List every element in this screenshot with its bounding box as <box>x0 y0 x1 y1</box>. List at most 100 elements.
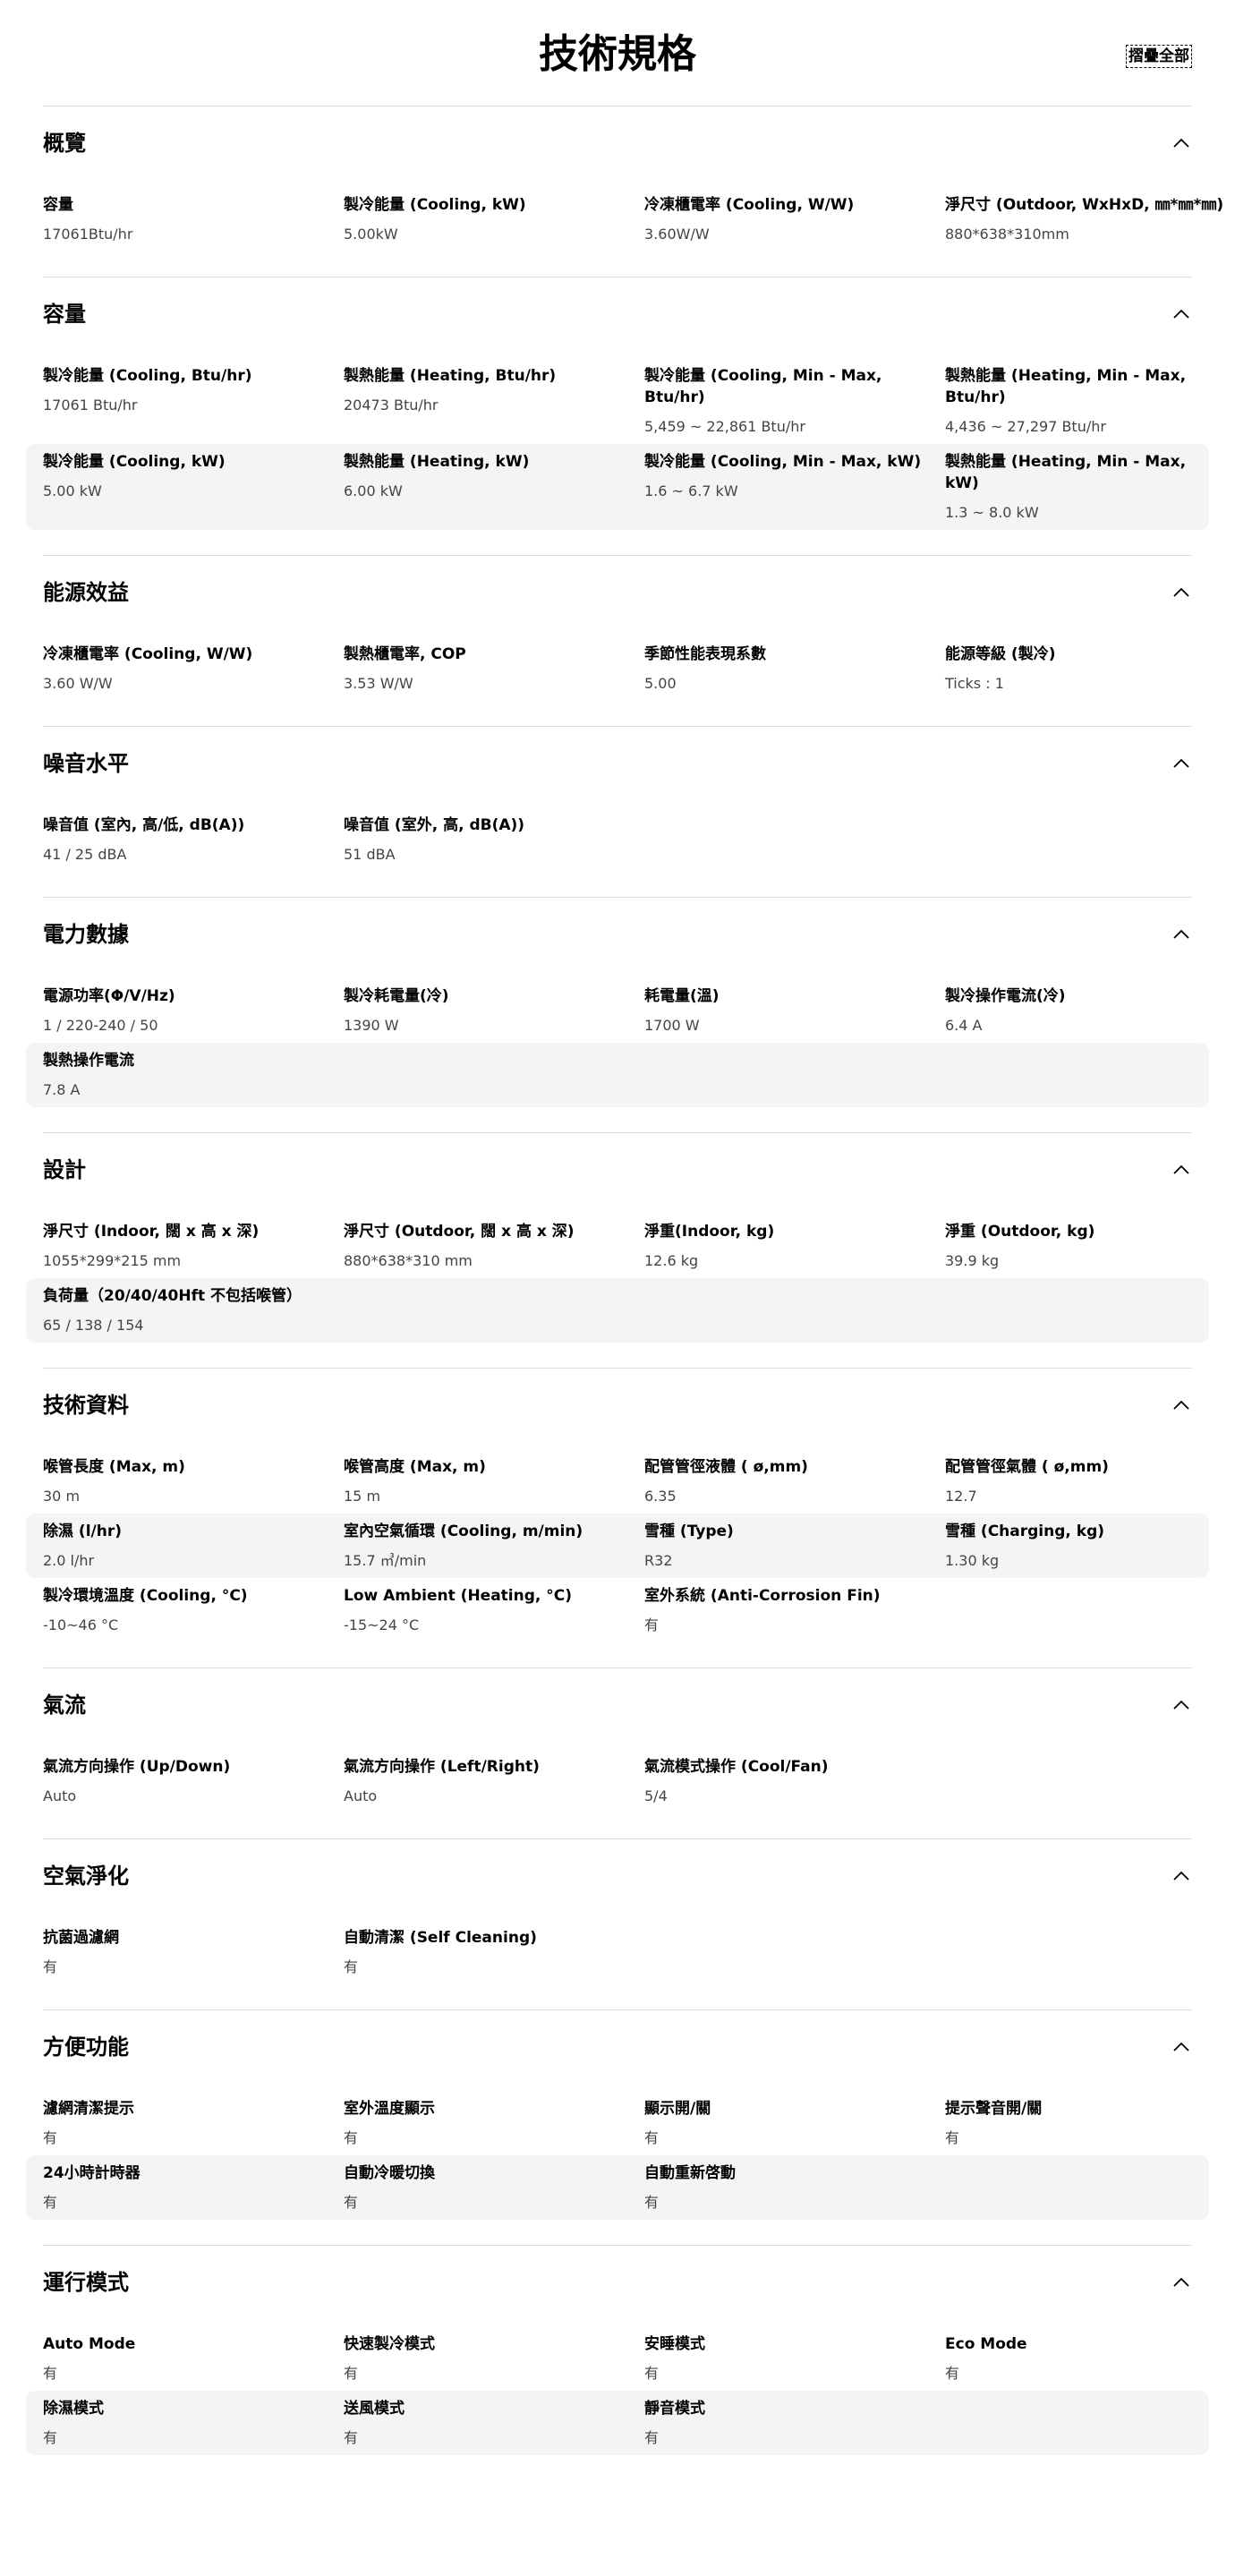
chevron-up-icon[interactable] <box>1171 1866 1192 1888</box>
spec-label: 室外溫度顯示 <box>344 2100 435 2118</box>
spec-label: 提示聲音開/關 <box>945 2100 1043 2118</box>
chevron-up-icon[interactable] <box>1171 1160 1192 1181</box>
chevron-up-icon[interactable] <box>1171 133 1192 155</box>
page-title: 技術規格 <box>539 31 696 77</box>
section-header[interactable]: 能源效益 <box>43 556 1192 636</box>
spec-value: 1055*299*215 mm <box>43 1252 182 1269</box>
spec-item: 喉管高度 (Max, m) 15 m <box>344 1456 644 1506</box>
collapse-all-button[interactable]: 摺疊全部 <box>1126 45 1192 68</box>
spec-label: 自動重新啓動 <box>644 2164 736 2182</box>
section-title: 容量 <box>43 302 86 327</box>
spec-value: 15.7 ㎥/min <box>344 1552 427 1569</box>
spec-item: 容量 17061Btu/hr <box>43 194 344 244</box>
spec-label: Low Ambient (Heating, °C) <box>344 1587 573 1605</box>
spec-item: 製冷能量 (Cooling, Min - Max, kW) 1.6 ~ 6.7 k… <box>644 451 945 523</box>
section-header[interactable]: 方便功能 <box>43 2010 1192 2091</box>
section-header[interactable]: 概覽 <box>43 107 1192 187</box>
spec-row: 電源功率(Φ/V/Hz) 1 / 220-240 / 50 製冷耗電量(冷) 1390… <box>26 978 1209 1043</box>
spec-label: 安睡模式 <box>644 2335 705 2353</box>
spec-item: 製熱能量 (Heating, kW) 6.00 kW <box>344 451 644 523</box>
spec-item: 能源等級 (製冷) Ticks : 1 <box>945 644 1235 694</box>
spec-row: 氣流方向操作 (Up/Down) Auto 氣流方向操作 (Left/Right) A… <box>26 1749 1209 1813</box>
spec-label: 容量 <box>43 196 73 214</box>
section-header[interactable]: 容量 <box>43 277 1192 358</box>
section-header[interactable]: 噪音水平 <box>43 727 1192 807</box>
spec-label: 製冷操作電流(冷) <box>945 987 1066 1005</box>
spec-item: 濾網清潔提示有 <box>43 2098 344 2148</box>
chevron-up-icon[interactable] <box>1171 1395 1192 1417</box>
spec-value: 12.7 <box>945 1488 977 1505</box>
spec-label: 氣流模式操作 (Cool/Fan) <box>644 1758 829 1776</box>
spec-row: 製冷能量 (Cooling, Btu/hr) 17061 Btu/hr 製熱能量 (… <box>26 358 1209 444</box>
spec-value: Ticks : 1 <box>945 675 1004 692</box>
spec-value: 5.00 kW <box>43 482 102 499</box>
spec-value: 有 <box>644 2194 660 2211</box>
spec-item: 製熱櫃電率, COP 3.53 W/W <box>344 644 644 694</box>
spec-label: 淨尺寸 (Outdoor, WxHxD, ㎜*㎜*㎜) <box>945 196 1224 214</box>
section-header[interactable]: 運行模式 <box>43 2246 1192 2326</box>
chevron-up-icon[interactable] <box>1171 2037 1192 2059</box>
spec-section: 容量製冷能量 (Cooling, Btu/hr) 17061 Btu/hr 製熱能量… <box>26 277 1209 555</box>
spec-label: 製熱能量 (Heating, kW) <box>344 453 530 471</box>
spec-value: 1700 W <box>644 1017 700 1034</box>
spec-value: 12.6 kg <box>644 1252 699 1269</box>
spec-label: 冷凍櫃電率 (Cooling, W/W) <box>43 645 253 663</box>
spec-value: 3.60 W/W <box>43 675 113 692</box>
spec-item: 配管管徑液體 ( ø,mm) 6.35 <box>644 1456 945 1506</box>
spec-value: 有 <box>644 1616 660 1633</box>
spec-label: 自動冷暖切換 <box>344 2164 435 2182</box>
spec-item: 顯示開/關有 <box>644 2098 945 2148</box>
spec-item: 提示聲音開/關有 <box>945 2098 1235 2148</box>
spec-page: 技術規格 摺疊全部 概覽容量 17061Btu/hr 製冷能量 (Cooling, … <box>0 0 1235 2480</box>
spec-item: 冷凍櫃電率 (Cooling, W/W) 3.60W/W <box>644 194 945 244</box>
spec-label: 製熱櫃電率, COP <box>344 645 466 663</box>
spec-value: 4,436 ~ 27,297 Btu/hr <box>945 418 1106 435</box>
spec-value: Auto <box>43 1787 77 1804</box>
spec-label: Auto Mode <box>43 2335 136 2353</box>
spec-label: 抗菌過濾網 <box>43 1929 119 1947</box>
spec-value: -15~24 °C <box>344 1616 420 1633</box>
chevron-up-icon[interactable] <box>1171 754 1192 775</box>
chevron-up-icon[interactable] <box>1171 1695 1192 1717</box>
spec-item: 自動清潔 (Self Cleaning) 有 <box>344 1927 644 1977</box>
spec-label: 製冷耗電量(冷) <box>344 987 449 1005</box>
chevron-up-icon[interactable] <box>1171 583 1192 604</box>
spec-item: 除濕 (l/hr) 2.0 l/hr <box>43 1521 344 1571</box>
page-header: 技術規格 摺疊全部 <box>0 0 1235 106</box>
chevron-up-icon[interactable] <box>1171 2273 1192 2294</box>
spec-label: 噪音值 (室外, 高, dB(A)) <box>344 816 525 834</box>
spec-value: 17061Btu/hr <box>43 226 133 243</box>
spec-label: 淨重(Indoor, kg) <box>644 1223 775 1241</box>
spec-value: 有 <box>344 2429 359 2446</box>
section-header[interactable]: 技術資料 <box>43 1369 1192 1449</box>
section-title: 概覽 <box>43 131 86 156</box>
chevron-up-icon[interactable] <box>1171 925 1192 946</box>
section-header[interactable]: 空氣淨化 <box>43 1839 1192 1920</box>
spec-item: 耗電量(溫) 1700 W <box>644 985 945 1036</box>
spec-value: 有 <box>945 2129 960 2146</box>
spec-label: 室外系統 (Anti-Corrosion Fin) <box>644 1587 881 1605</box>
spec-value: 有 <box>644 2365 660 2382</box>
section-header[interactable]: 設計 <box>43 1133 1192 1214</box>
spec-label: 製冷能量 (Cooling, Btu/hr) <box>43 367 252 385</box>
spec-label: 送風模式 <box>344 2400 405 2418</box>
spec-label: 快速製冷模式 <box>344 2335 435 2353</box>
section-title: 設計 <box>43 1157 86 1182</box>
spec-value: 30 m <box>43 1488 81 1505</box>
spec-item: 製冷耗電量(冷) 1390 W <box>344 985 644 1036</box>
spec-label: 製熱操作電流 <box>43 1052 134 1070</box>
chevron-up-icon[interactable] <box>1171 304 1192 326</box>
spec-label: 淨重 (Outdoor, kg) <box>945 1223 1095 1241</box>
spec-value: 41 / 25 dBA <box>43 846 127 863</box>
spec-label: 氣流方向操作 (Up/Down) <box>43 1758 231 1776</box>
spec-label: 室內空氣循環 (Cooling, m/min) <box>344 1523 583 1540</box>
spec-item: 製冷能量 (Cooling, Btu/hr) 17061 Btu/hr <box>43 365 344 437</box>
spec-item: 送風模式有 <box>344 2398 644 2448</box>
spec-section: 電力數據 電源功率(Φ/V/Hz) 1 / 220-240 / 50 製冷耗電量(冷)… <box>26 897 1209 1132</box>
spec-section: 方便功能 濾網清潔提示有室外溫度顯示有顯示開/關有提示聲音開/關有 24小時計時器有… <box>26 2009 1209 2245</box>
spec-label: 雪種 (Type) <box>644 1523 734 1540</box>
section-header[interactable]: 氣流 <box>43 1668 1192 1749</box>
section-header[interactable]: 電力數據 <box>43 898 1192 978</box>
spec-section: 技術資料 喉管長度 (Max, m) 30 m 喉管高度 (Max, m) 15 m 配管… <box>26 1368 1209 1668</box>
spec-value: 1.3 ~ 8.0 kW <box>945 504 1039 521</box>
